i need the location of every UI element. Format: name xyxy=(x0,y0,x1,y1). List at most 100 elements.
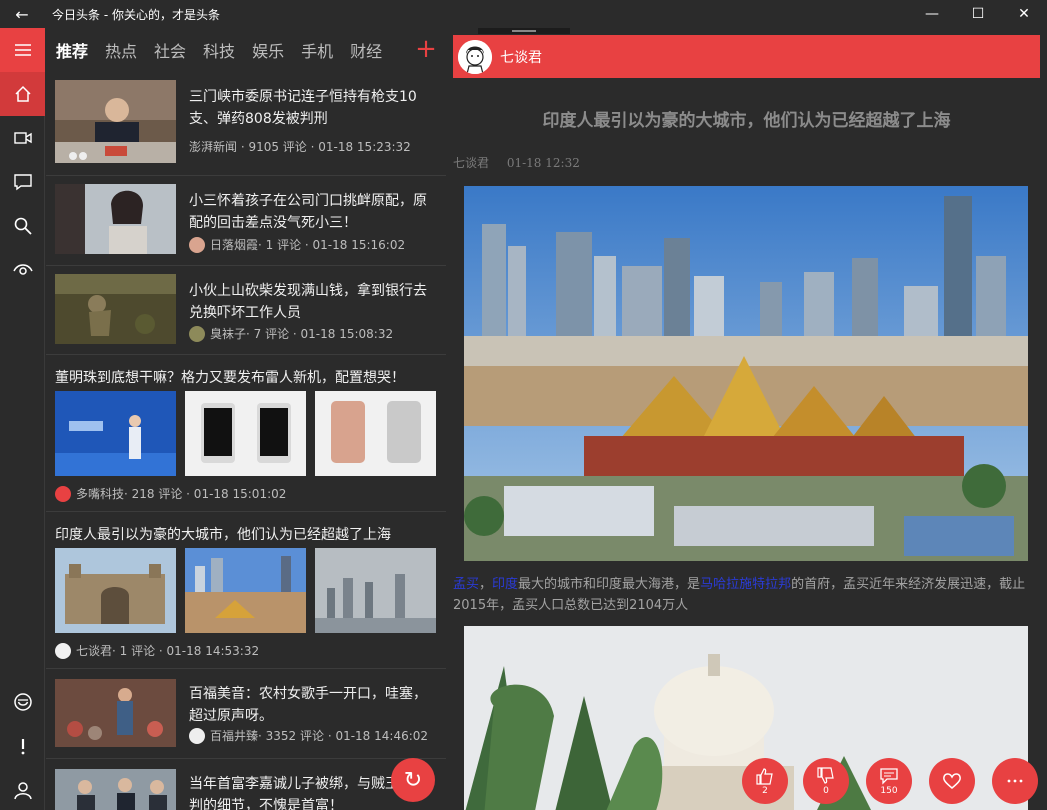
nav-feedback[interactable] xyxy=(0,724,45,768)
tab-entertainment[interactable]: 娱乐 xyxy=(252,38,284,62)
news-meta: 臭袜子 · 7 评论 · 01-18 15:08:32 xyxy=(189,325,393,342)
back-button[interactable]: ← xyxy=(0,0,44,28)
nav-rail xyxy=(0,28,45,810)
dislike-button[interactable]: 0 xyxy=(803,758,849,804)
comment-count: 150 xyxy=(880,785,898,796)
author-name[interactable]: 七谈君 xyxy=(500,47,542,67)
news-thumbnail xyxy=(55,769,176,810)
avatar xyxy=(458,39,492,74)
news-meta: 百福井臻 · 3352 评论 · 01-18 14:46:02 xyxy=(189,727,428,744)
article-image xyxy=(464,186,1028,561)
news-thumbnail xyxy=(185,548,306,633)
article-author: 七谈君 xyxy=(453,156,490,170)
author-name: 七谈君 xyxy=(76,644,113,658)
favorite-button[interactable] xyxy=(929,758,975,804)
nav-comments[interactable] xyxy=(0,160,45,204)
add-channel-button[interactable]: + xyxy=(414,36,438,64)
news-thumbnail xyxy=(55,274,176,344)
minimize-button[interactable]: — xyxy=(909,0,955,28)
news-meta: 多嘴科技 · 218 评论 · 01-18 15:01:02 xyxy=(55,485,286,502)
link-mumbai[interactable]: 孟买 xyxy=(453,577,479,592)
nav-profile[interactable] xyxy=(0,768,45,810)
article-meta: 七谈君 01-18 12:32 xyxy=(453,154,594,171)
like-count: 2 xyxy=(762,785,768,796)
news-stats: · 218 评论 · 01-18 15:01:02 xyxy=(124,487,287,501)
more-button[interactable] xyxy=(992,758,1038,804)
drag-handle[interactable] xyxy=(478,28,570,34)
news-thumbnail xyxy=(315,548,436,633)
tab-finance[interactable]: 财经 xyxy=(350,38,382,62)
author-name: 多嘴科技 xyxy=(76,487,125,501)
avatar xyxy=(189,727,205,744)
tab-tech[interactable]: 科技 xyxy=(203,38,235,62)
news-meta: 日落烟霞 · 1 评论 · 01-18 15:16:02 xyxy=(189,236,405,253)
nav-emoji[interactable] xyxy=(0,680,45,724)
nav-video[interactable] xyxy=(0,116,45,160)
article-time: 01-18 12:32 xyxy=(506,156,580,170)
news-thumbnail xyxy=(55,679,176,747)
news-meta: 澎湃新闻 · 9105 评论 · 01-18 15:23:32 xyxy=(189,140,411,154)
feed-item[interactable]: 当年首富李嘉诚儿子被绑，与贼王强谈判的细节，不愧是首富！ xyxy=(46,759,446,810)
para-text: 最大的城市和印度最大海港，是 xyxy=(518,577,701,592)
avatar xyxy=(189,236,205,253)
refresh-button[interactable]: ↻ xyxy=(391,758,435,802)
news-title: 百福美音：农村女歌手一开口，哇塞，超过原声呀。 xyxy=(189,686,427,724)
avatar xyxy=(189,325,205,342)
news-thumbnail xyxy=(185,391,306,476)
author-bar[interactable]: 七谈君 xyxy=(453,35,1040,78)
nav-search[interactable] xyxy=(0,204,45,248)
news-title: 三门峡市委原书记连子恒持有枪支10支、弹药808发被判刑 xyxy=(189,89,417,127)
tab-mobile[interactable]: 手机 xyxy=(301,38,333,62)
article-pane: 七谈君 印度人最引以为豪的大城市，他们认为已经超越了上海 七谈君 01-18 1… xyxy=(446,28,1047,810)
news-thumbnail xyxy=(55,80,176,163)
comment-button[interactable]: 150 xyxy=(866,758,912,804)
link-india[interactable]: 印度 xyxy=(492,577,518,592)
feed-item[interactable]: 百福美音：农村女歌手一开口，哇塞，超过原声呀。 百福井臻 · 3352 评论 ·… xyxy=(46,669,446,759)
news-title: 董明珠到底想干嘛？格力又要发布雷人新机，配置想哭！ xyxy=(55,370,405,386)
feed-item[interactable]: 董明珠到底想干嘛？格力又要发布雷人新机，配置想哭！ 多嘴科技 · 218 评论 … xyxy=(46,355,446,512)
window-title: 今日头条 - 你关心的，才是头条 xyxy=(52,7,220,22)
close-button[interactable]: ✕ xyxy=(1001,0,1047,28)
app-window: ← 今日头条 - 你关心的，才是头条 — ☐ ✕ 推荐 热点 社会 科技 娱乐 … xyxy=(0,0,1047,810)
news-stats: · 7 评论 · 01-18 15:08:32 xyxy=(246,327,394,341)
comment-icon xyxy=(13,174,32,191)
maximize-button[interactable]: ☐ xyxy=(955,0,1001,28)
news-images xyxy=(55,548,436,633)
like-button[interactable]: 2 xyxy=(742,758,788,804)
para-separator: ， xyxy=(479,577,493,592)
avatar xyxy=(55,485,71,502)
nav-home[interactable] xyxy=(0,72,45,116)
author-name: 百福井臻 xyxy=(210,729,259,743)
article-paragraph: 孟买，印度最大的城市和印度最大海港，是马哈拉施特拉邦的首府，孟买近年来经济发展迅… xyxy=(453,574,1043,616)
video-icon xyxy=(13,132,32,144)
news-title: 小伙上山砍柴发现满山钱，拿到银行去兑换吓坏工作人员 xyxy=(189,283,427,321)
author-name: 臭袜子 xyxy=(210,327,247,341)
channel-tabs: 推荐 热点 社会 科技 娱乐 手机 财经 + xyxy=(46,28,446,72)
alert-icon xyxy=(21,739,24,755)
nav-follow[interactable] xyxy=(0,248,45,292)
news-thumbnail xyxy=(315,391,436,476)
feed-item[interactable]: 小三怀着孩子在公司门口挑衅原配，原配的回击差点没气死小三！ 日落烟霞 · 1 评… xyxy=(46,176,446,266)
menu-button[interactable] xyxy=(0,28,45,72)
tab-society[interactable]: 社会 xyxy=(154,38,186,62)
tab-recommend[interactable]: 推荐 xyxy=(56,38,88,62)
user-icon xyxy=(13,782,32,800)
news-title: 小三怀着孩子在公司门口挑衅原配，原配的回击差点没气死小三！ xyxy=(189,193,427,231)
news-stats: · 1 评论 · 01-18 15:16:02 xyxy=(258,238,406,252)
avatar xyxy=(55,642,71,659)
news-images xyxy=(55,391,436,476)
link-maharashtra[interactable]: 马哈拉施特拉邦 xyxy=(700,577,791,592)
news-meta: 七谈君 · 1 评论 · 01-18 14:53:32 xyxy=(55,642,259,659)
feed-item[interactable]: 印度人最引以为豪的大城市，他们认为已经超越了上海 七谈君 · 1 评论 · 01… xyxy=(46,512,446,669)
menu-icon xyxy=(14,44,31,56)
title-bar: ← 今日头条 - 你关心的，才是头条 — ☐ ✕ xyxy=(0,0,1047,28)
thumbs-up-icon xyxy=(756,767,773,785)
search-icon xyxy=(14,217,32,235)
news-thumbnail xyxy=(55,391,176,476)
feed-item[interactable]: 小伙上山砍柴发现满山钱，拿到银行去兑换吓坏工作人员 臭袜子 · 7 评论 · 0… xyxy=(46,266,446,355)
tab-hot[interactable]: 热点 xyxy=(105,38,137,62)
article-title: 印度人最引以为豪的大城市，他们认为已经超越了上海 xyxy=(542,111,951,131)
feed-item[interactable]: 三门峡市委原书记连子恒持有枪支10支、弹药808发被判刑 澎湃新闻 · 9105… xyxy=(46,72,446,176)
news-title: 印度人最引以为豪的大城市，他们认为已经超越了上海 xyxy=(55,527,391,543)
news-thumbnail xyxy=(55,548,176,633)
